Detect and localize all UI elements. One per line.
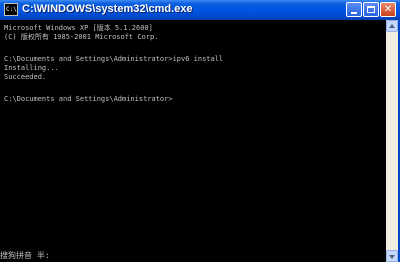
scroll-down-button[interactable] [386, 250, 398, 262]
console-line: Microsoft Windows XP [版本 5.1.2600] [4, 24, 153, 32]
arrow-up-icon [389, 24, 395, 28]
cmd-window: C:\ C:\WINDOWS\system32\cmd.exe ✕ Micros… [0, 0, 400, 262]
scroll-up-button[interactable] [386, 20, 398, 32]
close-icon: ✕ [383, 4, 393, 15]
title-bar[interactable]: C:\ C:\WINDOWS\system32\cmd.exe ✕ [0, 0, 400, 20]
maximize-icon [367, 6, 375, 13]
window-title: C:\WINDOWS\system32\cmd.exe [22, 3, 193, 15]
ime-status-bar: 搜狗拼音 半: [0, 251, 50, 260]
console-line: Succeeded. [4, 73, 47, 81]
console-line: C:\Documents and Settings\Administrator>… [4, 55, 224, 63]
minimize-icon [351, 12, 357, 14]
maximize-button[interactable] [363, 2, 379, 17]
console-prompt: C:\Documents and Settings\Administrator> [4, 95, 173, 103]
console-line: Installing... [4, 64, 59, 72]
vertical-scrollbar[interactable] [386, 20, 398, 262]
console-output[interactable]: Microsoft Windows XP [版本 5.1.2600] (C) 版… [2, 21, 386, 257]
console-line: (C) 版权所有 1985-2001 Microsoft Corp. [4, 33, 159, 41]
cmd-icon[interactable]: C:\ [4, 3, 18, 16]
close-button[interactable]: ✕ [380, 2, 396, 17]
minimize-button[interactable] [346, 2, 362, 17]
arrow-down-icon [389, 255, 395, 259]
